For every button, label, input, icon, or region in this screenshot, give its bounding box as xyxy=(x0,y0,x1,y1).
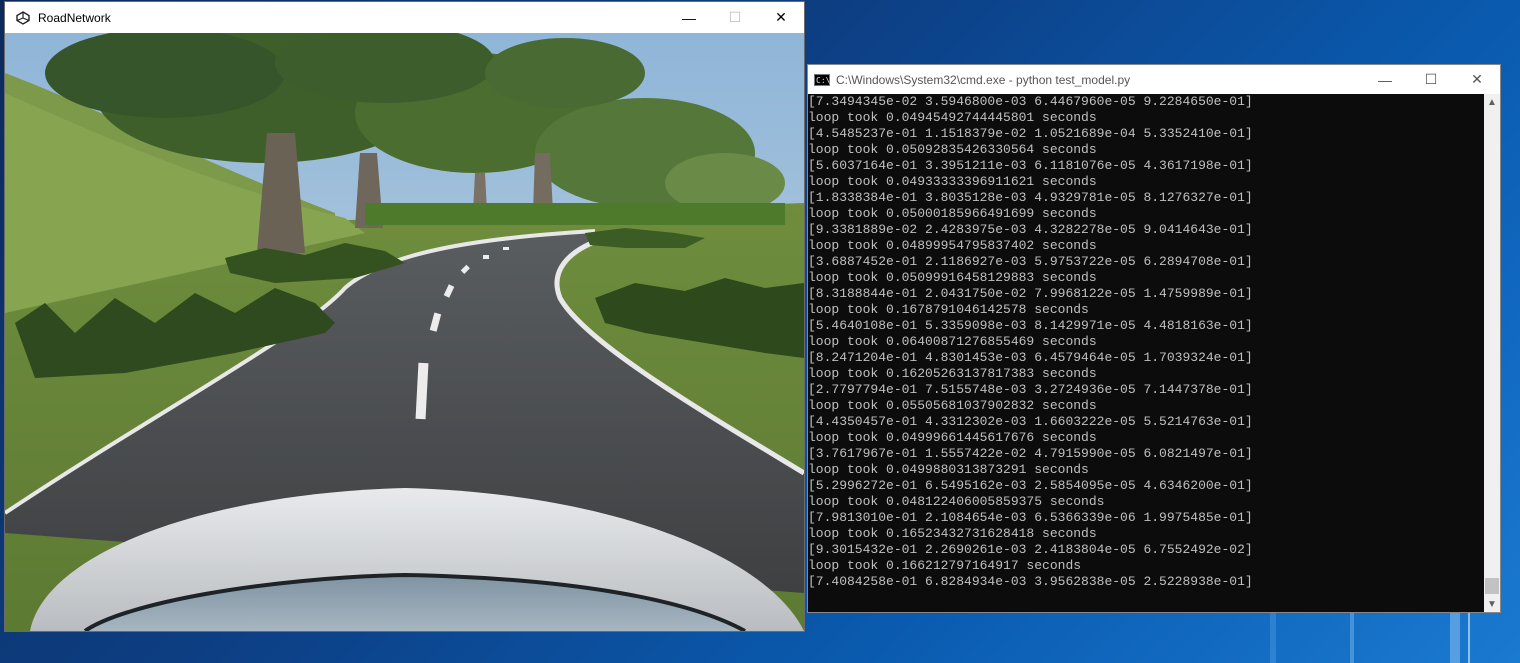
console-line: loop took 0.05000185966491699 seconds xyxy=(808,206,1097,221)
road-scene-image xyxy=(5,33,804,631)
game-window[interactable]: RoadNetwork — ☐ ✕ xyxy=(4,1,805,632)
console-line: loop took 0.05092835426330564 seconds xyxy=(808,142,1097,157)
console-line: loop took 0.0499880313873291 seconds xyxy=(808,462,1089,477)
console-line: loop took 0.04999661445617676 seconds xyxy=(808,430,1097,445)
desktop-wallpaper-beam xyxy=(1350,610,1354,663)
game-viewport[interactable] xyxy=(5,33,804,631)
console-line: [4.5485237e-01 1.1518379e-02 1.0521689e-… xyxy=(808,126,1253,141)
maximize-button[interactable]: ☐ xyxy=(1408,65,1454,94)
close-button[interactable]: ✕ xyxy=(1454,65,1500,94)
console-line: [2.7797794e-01 7.5155748e-03 3.2724936e-… xyxy=(808,382,1253,397)
scroll-up-arrow-icon[interactable]: ▲ xyxy=(1484,94,1500,110)
console-line: [3.7617967e-01 1.5557422e-02 4.7915990e-… xyxy=(808,446,1253,461)
console-line: loop took 0.048122406005859375 seconds xyxy=(808,494,1105,509)
vertical-scrollbar[interactable]: ▲ ▼ xyxy=(1484,94,1500,612)
maximize-button[interactable]: ☐ xyxy=(712,2,758,33)
game-window-title: RoadNetwork xyxy=(38,10,111,25)
cmd-window[interactable]: C:\ C:\Windows\System32\cmd.exe - python… xyxy=(807,64,1501,613)
console-line: loop took 0.166212797164917 seconds xyxy=(808,558,1082,573)
console-line: loop took 0.05099916458129883 seconds xyxy=(808,270,1097,285)
console-line: [9.3015432e-01 2.2690261e-03 2.4183804e-… xyxy=(808,542,1253,557)
console-line: loop took 0.04945492744445801 seconds xyxy=(808,110,1097,125)
console-line: [7.3494345e-02 3.5946800e-03 6.4467960e-… xyxy=(808,94,1253,109)
console-line: loop took 0.04933333396911621 seconds xyxy=(808,174,1097,189)
console-line: loop took 0.16523432731628418 seconds xyxy=(808,526,1097,541)
minimize-button[interactable]: — xyxy=(666,2,712,33)
console-output[interactable]: [7.3494345e-02 3.5946800e-03 6.4467960e-… xyxy=(808,94,1484,612)
console-line: loop took 0.05505681037902832 seconds xyxy=(808,398,1097,413)
console-line: [3.6887452e-01 2.1186927e-03 5.9753722e-… xyxy=(808,254,1253,269)
console-line: [8.2471204e-01 4.8301453e-03 6.4579464e-… xyxy=(808,350,1253,365)
console-line: [7.4084258e-01 6.8284934e-03 3.9562838e-… xyxy=(808,574,1253,589)
game-window-titlebar[interactable]: RoadNetwork — ☐ ✕ xyxy=(5,2,804,33)
scrollbar-thumb[interactable] xyxy=(1485,578,1499,594)
console-line: loop took 0.06400871276855469 seconds xyxy=(808,334,1097,349)
console-line: [5.4640108e-01 5.3359098e-03 8.1429971e-… xyxy=(808,318,1253,333)
console-line: [8.3188844e-01 2.0431750e-02 7.9968122e-… xyxy=(808,286,1253,301)
console-line: [5.2996272e-01 6.5495162e-03 2.5854095e-… xyxy=(808,478,1253,493)
console-line: [4.4350457e-01 4.3312302e-03 1.6603222e-… xyxy=(808,414,1253,429)
cmd-window-title: C:\Windows\System32\cmd.exe - python tes… xyxy=(836,72,1131,87)
minimize-button[interactable]: — xyxy=(1362,65,1408,94)
cmd-window-titlebar[interactable]: C:\ C:\Windows\System32\cmd.exe - python… xyxy=(808,65,1500,94)
console-line: [5.6037164e-01 3.3951211e-03 6.1181076e-… xyxy=(808,158,1253,173)
console-line: [1.8338384e-01 3.8035128e-03 4.9329781e-… xyxy=(808,190,1253,205)
console-line: loop took 0.1678791046142578 seconds xyxy=(808,302,1089,317)
close-button[interactable]: ✕ xyxy=(758,2,804,33)
console-line: loop took 0.04899954795837402 seconds xyxy=(808,238,1097,253)
console-line: loop took 0.16205263137817383 seconds xyxy=(808,366,1097,381)
unity-icon xyxy=(15,10,31,26)
console-line: [9.3381889e-02 2.4283975e-03 4.3282278e-… xyxy=(808,222,1253,237)
cmd-icon: C:\ xyxy=(814,73,831,86)
scroll-down-arrow-icon[interactable]: ▼ xyxy=(1484,596,1500,612)
console-line: [7.9813010e-01 2.1084654e-03 6.5366339e-… xyxy=(808,510,1253,525)
